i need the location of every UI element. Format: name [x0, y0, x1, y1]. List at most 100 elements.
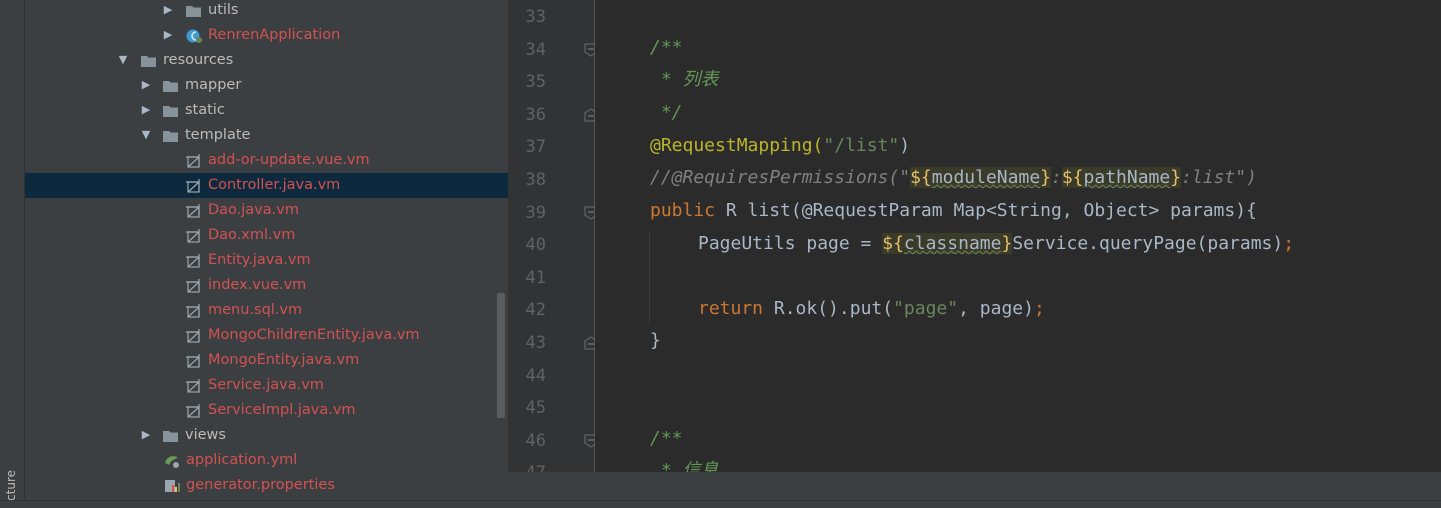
code-line-38[interactable]: //@RequiresPermissions("${moduleName}:${…	[650, 167, 1257, 188]
code-editor[interactable]: /** * 列表 */ @RequestMapping("/list") //@…	[595, 0, 1441, 472]
velocity-template-icon	[185, 253, 201, 268]
line-number[interactable]: 34	[516, 40, 546, 60]
tree-item-service-java-vm[interactable]: Service.java.vm	[25, 373, 508, 398]
tree-item-utils[interactable]: ▶ utils	[25, 0, 508, 23]
line-number[interactable]: 38	[516, 170, 546, 190]
code-line-47[interactable]: * 信息	[650, 461, 719, 473]
tree-item-generator-properties[interactable]: generator.properties	[25, 473, 508, 498]
tree-item-label: views	[185, 427, 226, 443]
tree-item-index-vue-vm[interactable]: index.vue.vm	[25, 273, 508, 298]
tree-item-menu-sql-vm[interactable]: menu.sql.vm	[25, 298, 508, 323]
tree-item-add-or-update-vue-vm[interactable]: add-or-update.vue.vm	[25, 148, 508, 173]
tree-item-label: MongoChildrenEntity.java.vm	[208, 327, 420, 343]
folder-icon	[162, 103, 178, 117]
javadoc-open: /**	[650, 428, 683, 449]
project-tree-panel[interactable]: ▶ utils ▶ RenrenApplication ▼ resources ▶ mappe…	[25, 0, 508, 500]
javadoc-text: * 列表	[650, 69, 719, 90]
code-line-42[interactable]: return R.ok().put("page", page);	[698, 299, 1045, 319]
keyword-return: return	[698, 298, 764, 319]
line-comment-start: //@RequiresPermissions("	[650, 167, 911, 188]
tree-item-template[interactable]: ▼ template	[25, 123, 508, 148]
tree-item-mongoentity-java-vm[interactable]: MongoEntity.java.vm	[25, 348, 508, 373]
velocity-template-icon	[185, 353, 201, 368]
template-var-module-name: ${moduleName}	[910, 167, 1051, 188]
collapse-arrow-icon[interactable]: ▶	[140, 423, 152, 447]
collapse-arrow-icon[interactable]: ▶	[140, 98, 152, 122]
tree-item-label: template	[185, 127, 251, 143]
tree-item-mapper[interactable]: ▶ mapper	[25, 73, 508, 98]
code-line-43[interactable]: }	[650, 331, 661, 351]
tree-item-resources[interactable]: ▼ resources	[25, 48, 508, 73]
velocity-template-icon	[185, 303, 201, 318]
tree-item-label: Dao.xml.vm	[208, 227, 296, 243]
project-scrollbar-thumb[interactable]	[497, 293, 505, 418]
expand-arrow-icon[interactable]: ▼	[117, 48, 129, 72]
template-var-path-name: ${pathName}	[1061, 167, 1182, 188]
velocity-template-icon	[185, 403, 201, 418]
tree-item-label: generator.properties	[186, 477, 335, 493]
line-number[interactable]: 37	[516, 137, 546, 157]
folder-icon	[162, 428, 178, 442]
colon: :	[1051, 167, 1062, 188]
code-line-34[interactable]: /**	[650, 38, 683, 58]
line-number[interactable]: 44	[516, 366, 546, 386]
folder-icon	[162, 128, 178, 142]
return-expr: R.ok().put(	[763, 298, 894, 319]
editor-gutter: 333435363738394041424344454647	[508, 0, 598, 483]
line-number[interactable]: 42	[516, 300, 546, 320]
tree-item-entity-java-vm[interactable]: Entity.java.vm	[25, 248, 508, 273]
tree-item-static[interactable]: ▶ static	[25, 98, 508, 123]
collapse-arrow-icon[interactable]: ▶	[162, 0, 174, 22]
return-args: , page)	[958, 298, 1034, 319]
line-number[interactable]: 36	[516, 105, 546, 125]
velocity-template-icon	[185, 153, 201, 168]
code-line-40[interactable]: PageUtils page = ${classname}Service.que…	[698, 233, 1295, 254]
folder-icon	[140, 53, 156, 67]
tree-item-views[interactable]: ▶ views	[25, 423, 508, 448]
tree-item-dao-xml-vm[interactable]: Dao.xml.vm	[25, 223, 508, 248]
tree-item-label: mapper	[185, 77, 242, 93]
code-line-36[interactable]: */	[650, 103, 683, 123]
semicolon: ;	[1283, 233, 1295, 254]
paren: )	[899, 135, 911, 156]
service-call: Service.queryPage(params)	[1012, 233, 1284, 254]
code-line-39[interactable]: public R list(@RequestParam Map<String, …	[650, 201, 1257, 221]
structure-tool-strip[interactable]: cture	[0, 0, 25, 507]
line-number[interactable]: 41	[516, 268, 546, 288]
tree-item-label: MongoEntity.java.vm	[208, 352, 360, 368]
tree-item-dao-java-vm[interactable]: Dao.java.vm	[25, 198, 508, 223]
editor-bottom-area	[508, 472, 1441, 500]
velocity-template-icon	[185, 228, 201, 243]
tree-item-label: index.vue.vm	[208, 277, 307, 293]
line-number[interactable]: 39	[516, 203, 546, 223]
code-line-35[interactable]: * 列表	[650, 70, 719, 90]
annotation-request-mapping: @RequestMapping(	[650, 135, 824, 156]
line-number[interactable]: 46	[516, 431, 546, 451]
semicolon: ;	[1033, 298, 1045, 319]
keyword-public: public	[650, 200, 716, 221]
javadoc-close: */	[650, 102, 683, 123]
code-line-37[interactable]: @RequestMapping("/list")	[650, 136, 910, 156]
tree-item-renrenapplication[interactable]: ▶ RenrenApplication	[25, 23, 508, 48]
collapse-arrow-icon[interactable]: ▶	[140, 73, 152, 97]
expand-arrow-icon[interactable]: ▼	[140, 123, 152, 147]
line-number[interactable]: 35	[516, 72, 546, 92]
line-number[interactable]: 45	[516, 398, 546, 418]
line-number[interactable]: 40	[516, 235, 546, 255]
tree-item-label: Service.java.vm	[208, 377, 324, 393]
yaml-file-icon	[163, 453, 179, 468]
collapse-arrow-icon[interactable]: ▶	[162, 23, 174, 47]
velocity-template-icon	[185, 328, 201, 343]
structure-tab-label[interactable]: cture	[4, 470, 18, 501]
tree-item-mongochildrenentity-java-vm[interactable]: MongoChildrenEntity.java.vm	[25, 323, 508, 348]
tree-item-label: resources	[163, 52, 234, 68]
line-number[interactable]: 43	[516, 333, 546, 353]
tree-item-label: menu.sql.vm	[208, 302, 303, 318]
code-line-46[interactable]: /**	[650, 429, 683, 449]
tree-item-controller-java-vm[interactable]: Controller.java.vm	[25, 173, 508, 198]
tree-item-serviceimpl-java-vm[interactable]: ServiceImpl.java.vm	[25, 398, 508, 423]
line-number[interactable]: 33	[516, 7, 546, 27]
tree-item-label: add-or-update.vue.vm	[208, 152, 370, 168]
velocity-template-icon	[185, 178, 201, 193]
tree-item-application-yml[interactable]: application.yml	[25, 448, 508, 473]
